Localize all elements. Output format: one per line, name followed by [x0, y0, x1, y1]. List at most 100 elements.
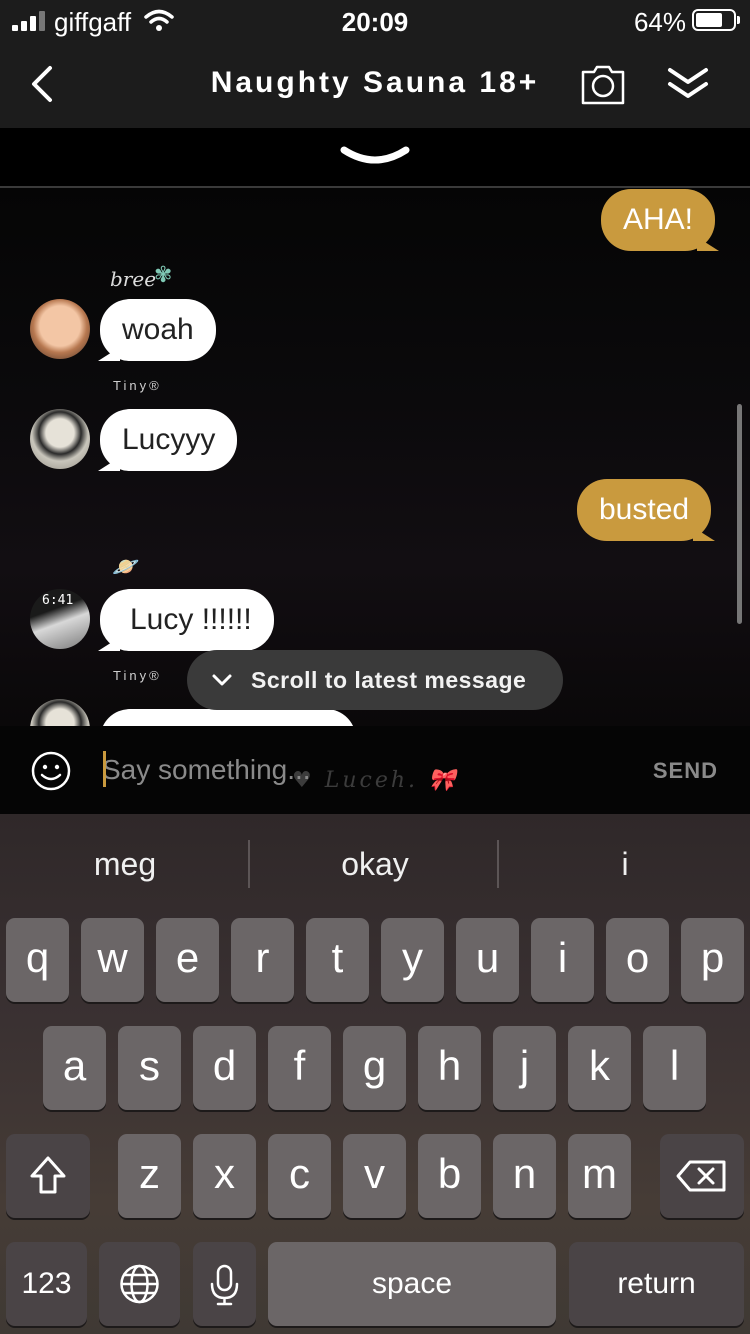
chat-header: Naughty Sauna 18+: [0, 42, 750, 128]
key-c[interactable]: c: [268, 1134, 331, 1218]
message-list[interactable]: AHA! bree ✾ woah Tiny® Lucyyy busted 🪐 6…: [0, 188, 750, 726]
key-label: w: [97, 934, 128, 981]
sender-name: bree: [110, 267, 157, 291]
butterfly-icon: ✾: [154, 262, 173, 287]
planet-icon: 🪐: [112, 554, 140, 579]
avatar-caption: 6:41: [42, 593, 74, 608]
key-label: 123: [21, 1267, 72, 1300]
battery-percent: 64%: [633, 7, 686, 37]
text-cursor: [103, 751, 106, 787]
key-label: k: [589, 1042, 610, 1089]
page-title: Naughty Sauna 18+: [210, 66, 540, 99]
key-f[interactable]: f: [268, 1026, 331, 1110]
key-label: q: [25, 934, 50, 981]
key-label: z: [139, 1150, 160, 1197]
sender-name: Tiny®: [113, 378, 162, 393]
key-label: t: [331, 934, 344, 981]
backspace-icon: [676, 1160, 726, 1192]
key-label: c: [289, 1150, 310, 1197]
key-label: m: [582, 1150, 617, 1197]
avatar[interactable]: [30, 299, 90, 359]
message-bubble-incoming: woah: [98, 299, 216, 361]
key-i[interactable]: i: [531, 918, 594, 1002]
key-label: d: [212, 1042, 237, 1089]
key-y[interactable]: y: [381, 918, 444, 1002]
globe-icon: [120, 1264, 159, 1304]
avatar[interactable]: [30, 409, 90, 469]
key-g[interactable]: g: [343, 1026, 406, 1110]
header-subbar: [0, 128, 750, 188]
message-input[interactable]: [102, 746, 602, 794]
key-p[interactable]: p: [681, 918, 744, 1002]
suggestion[interactable]: meg: [0, 814, 250, 914]
key-label: b: [437, 1150, 462, 1197]
key-m[interactable]: m: [568, 1134, 631, 1218]
key-label: h: [437, 1042, 462, 1089]
key-label: s: [139, 1042, 160, 1089]
key-label: f: [293, 1042, 306, 1089]
key-h[interactable]: h: [418, 1026, 481, 1110]
key-v[interactable]: v: [343, 1134, 406, 1218]
key-d[interactable]: d: [193, 1026, 256, 1110]
message-bubble-incoming: Lucyyy: [97, 409, 238, 471]
sender-name: Tiny®: [113, 668, 162, 683]
numbers-key[interactable]: 123: [6, 1242, 87, 1326]
message-bubble-incoming: yes it's amazing: [100, 709, 357, 726]
key-z[interactable]: z: [118, 1134, 181, 1218]
key-e[interactable]: e: [156, 918, 219, 1002]
suggestion[interactable]: i: [500, 814, 750, 914]
key-label: i: [557, 934, 568, 981]
key-label: u: [475, 934, 500, 981]
microphone-icon: [210, 1264, 239, 1306]
return-key[interactable]: return: [569, 1242, 744, 1326]
shift-key[interactable]: [6, 1134, 90, 1218]
avatar[interactable]: 6:41: [30, 589, 90, 649]
key-w[interactable]: w: [81, 918, 144, 1002]
key-label: r: [255, 934, 270, 981]
suggestion[interactable]: okay: [250, 814, 500, 914]
key-label: v: [364, 1150, 385, 1197]
globe-key[interactable]: [99, 1242, 180, 1326]
key-label: e: [175, 934, 200, 981]
key-label: x: [214, 1150, 235, 1197]
key-n[interactable]: n: [493, 1134, 556, 1218]
key-label: p: [700, 934, 725, 981]
double-chevron-down-icon[interactable]: [664, 64, 712, 104]
message-bubble-outgoing: busted: [577, 479, 716, 541]
message-bubble-outgoing: AHA!: [601, 189, 720, 251]
key-label: l: [669, 1042, 680, 1089]
key-u[interactable]: u: [456, 918, 519, 1002]
key-x[interactable]: x: [193, 1134, 256, 1218]
key-label: return: [617, 1267, 696, 1300]
key-a[interactable]: a: [43, 1026, 106, 1110]
keyboard: meg okay i q w e r t y u i o p a s d f g…: [0, 814, 750, 1334]
send-button[interactable]: SEND: [653, 758, 718, 784]
status-bar: giffgaff 20:09 64%: [0, 0, 750, 42]
space-key[interactable]: space: [268, 1242, 556, 1326]
key-b[interactable]: b: [418, 1134, 481, 1218]
key-label: y: [402, 934, 423, 981]
microphone-key[interactable]: [193, 1242, 256, 1326]
key-j[interactable]: j: [493, 1026, 556, 1110]
back-chevron-icon[interactable]: [22, 60, 66, 108]
key-label: space: [371, 1267, 453, 1300]
camera-icon[interactable]: [580, 64, 626, 106]
key-q[interactable]: q: [6, 918, 69, 1002]
key-k[interactable]: k: [568, 1026, 631, 1110]
key-o[interactable]: o: [606, 918, 669, 1002]
key-label: j: [519, 1042, 530, 1089]
smiley-icon[interactable]: [30, 750, 72, 792]
scroll-to-latest-button[interactable]: Scroll to latest message: [187, 650, 563, 710]
key-label: a: [62, 1042, 87, 1089]
chevron-down-icon[interactable]: [338, 142, 412, 172]
key-s[interactable]: s: [118, 1026, 181, 1110]
key-r[interactable]: r: [231, 918, 294, 1002]
key-label: o: [625, 934, 650, 981]
message-composer: ♥ Luceh. 🎀 SEND: [0, 726, 750, 814]
avatar[interactable]: [30, 699, 90, 726]
key-l[interactable]: l: [643, 1026, 706, 1110]
backspace-key[interactable]: [660, 1134, 744, 1218]
scroll-to-latest-label: Scroll to latest message: [251, 667, 527, 693]
scrollbar[interactable]: [737, 404, 742, 624]
key-t[interactable]: t: [306, 918, 369, 1002]
